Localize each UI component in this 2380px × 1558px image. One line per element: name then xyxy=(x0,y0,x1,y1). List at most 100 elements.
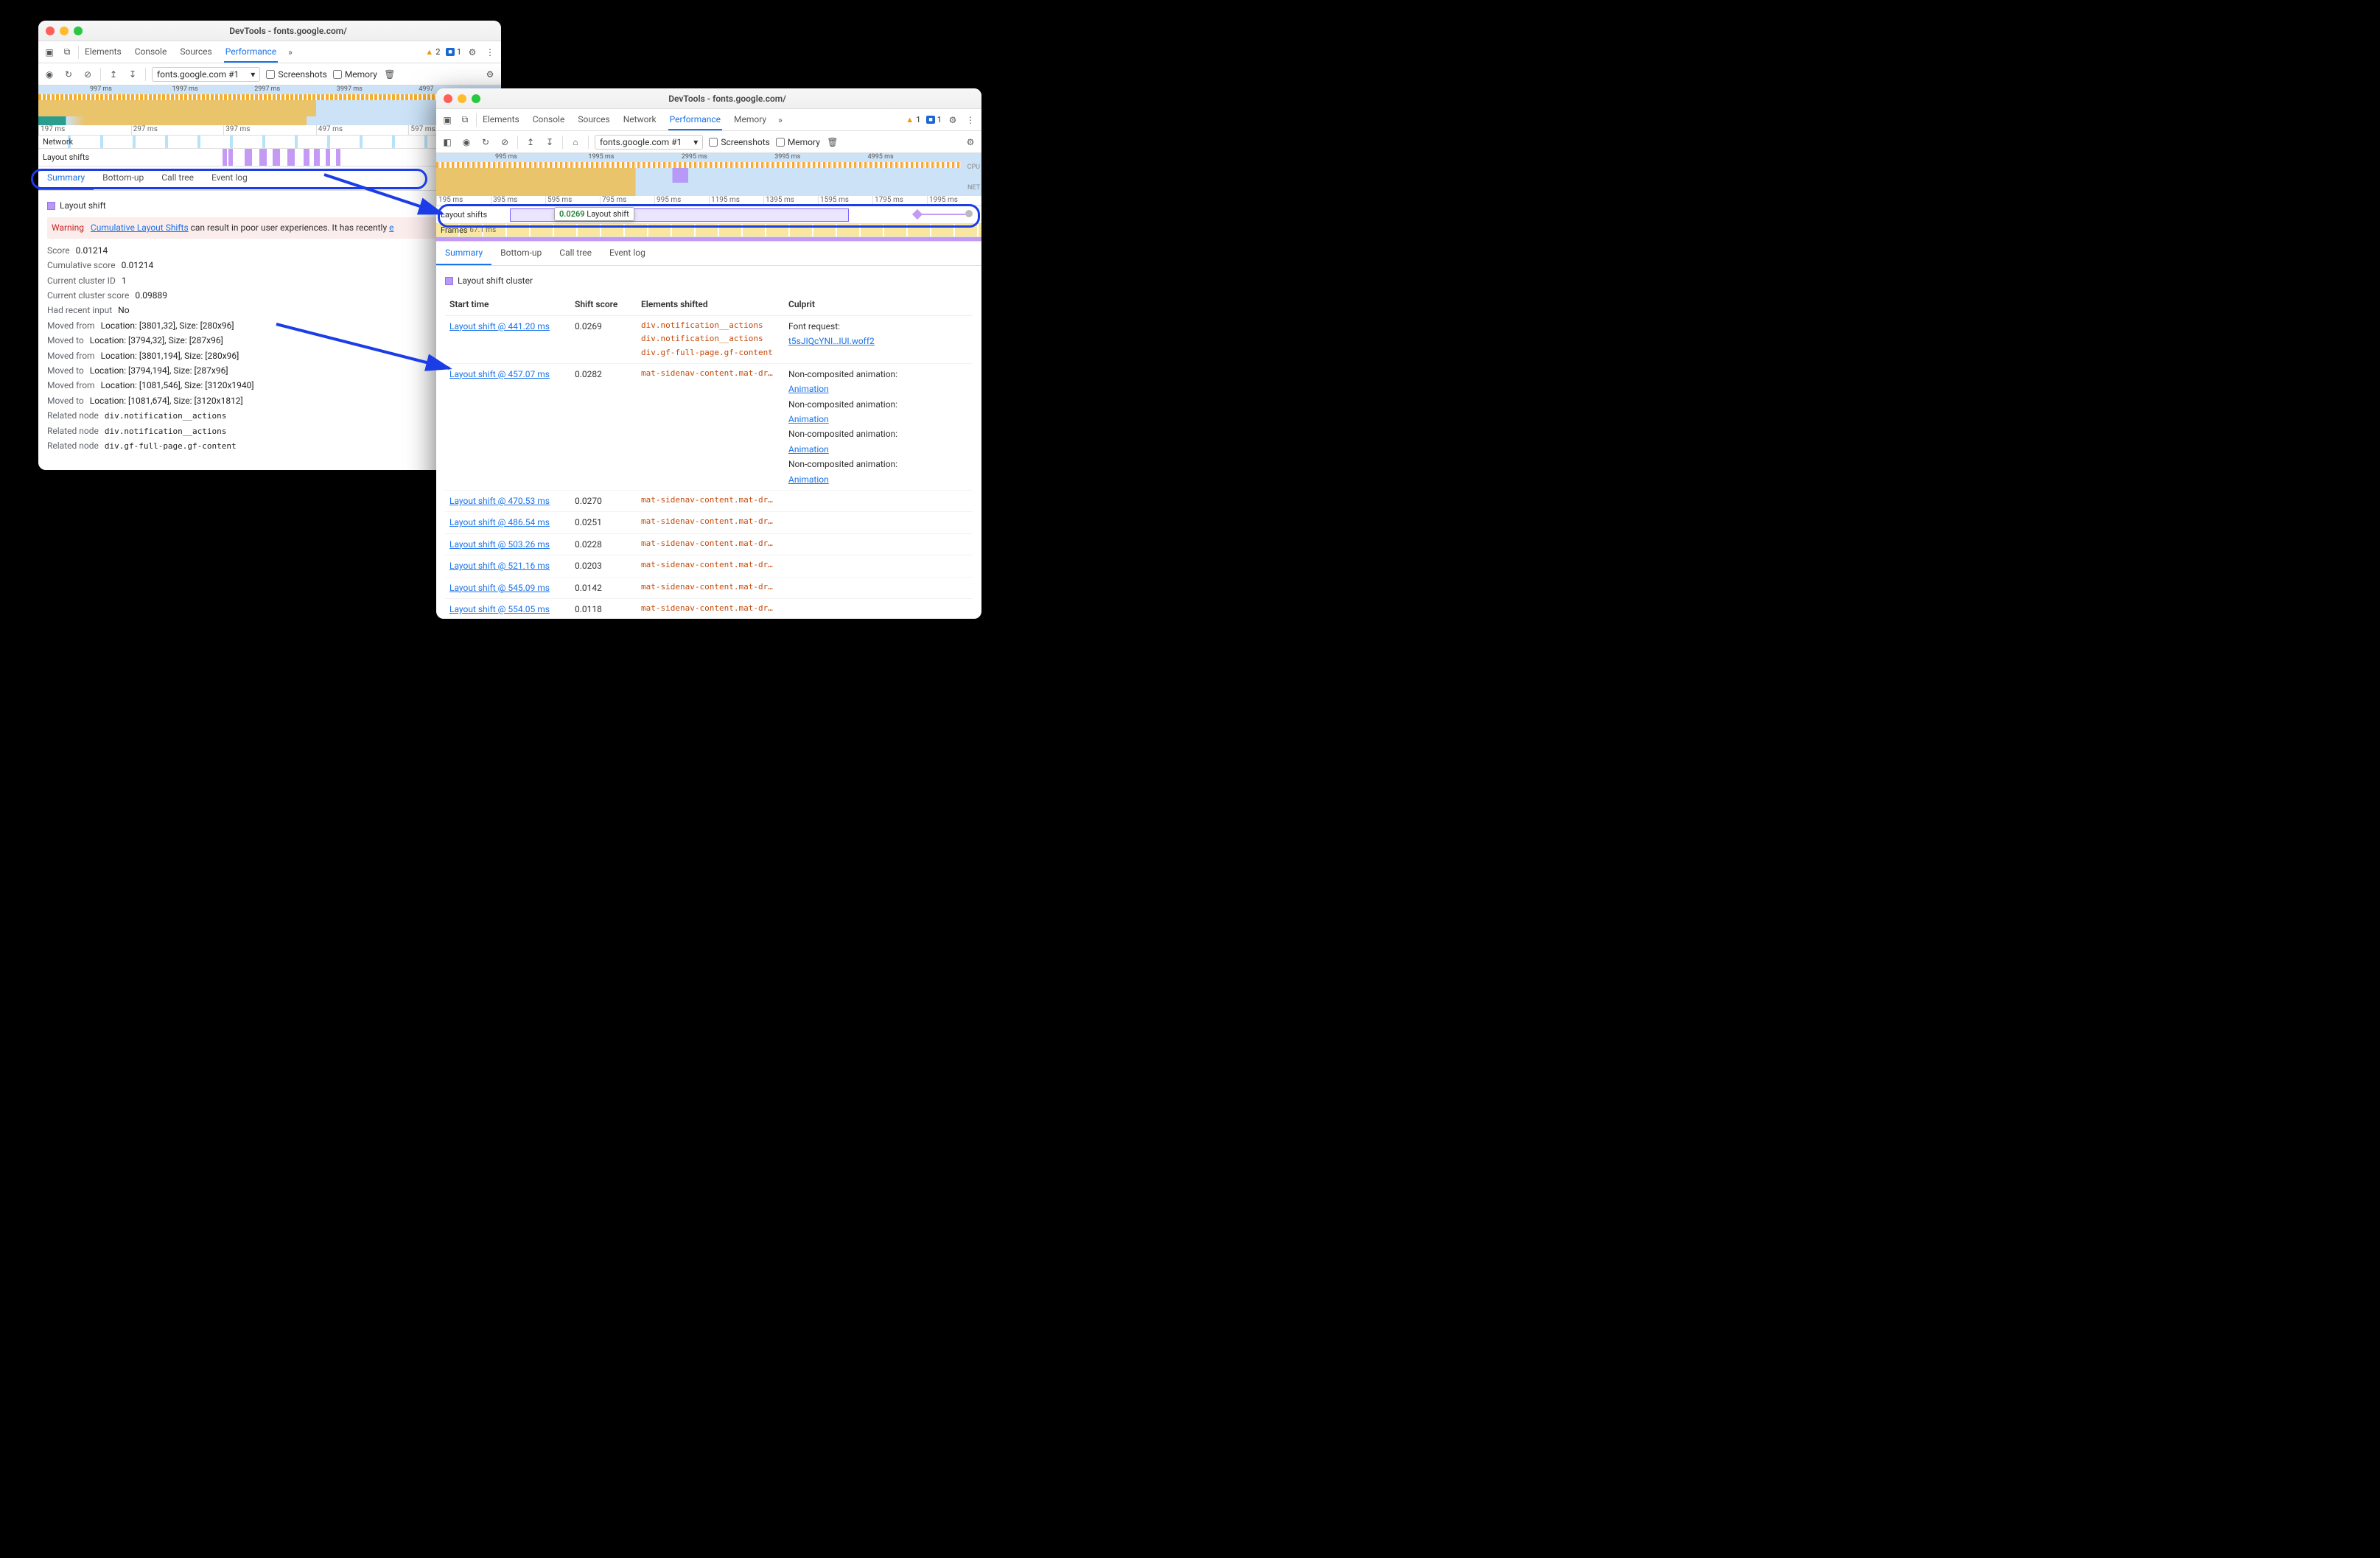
kv-mf1: Moved fromLocation: [3801,32], Size: [28… xyxy=(47,318,492,333)
zoom-icon[interactable] xyxy=(472,94,480,103)
gc-icon[interactable]: 🗑 xyxy=(383,68,396,81)
animation-link[interactable]: Animation xyxy=(788,382,968,396)
capture-settings-icon[interactable]: ⚙ xyxy=(964,136,977,149)
layout-shift-link[interactable]: Layout shift @ 486.54 ms xyxy=(449,517,550,527)
time-ruler[interactable]: 195 ms395 ms595 ms795 ms995 ms1195 ms139… xyxy=(436,196,981,206)
kv-rn1: Related nodediv.notification__actions xyxy=(47,408,492,424)
layout-shift-link[interactable]: Layout shift @ 503.26 ms xyxy=(449,539,550,550)
warnings-badge[interactable]: ▲2 xyxy=(425,47,440,57)
tab-bottom-up[interactable]: Bottom-up xyxy=(94,166,153,190)
evolved-link[interactable]: e xyxy=(389,222,393,233)
kebab-icon[interactable]: ⋮ xyxy=(483,46,497,59)
cpu-label: CPU xyxy=(967,164,980,171)
screenshots-checkbox[interactable]: Screenshots xyxy=(709,137,769,147)
reload-icon[interactable]: ↻ xyxy=(479,136,492,149)
tab-call-tree[interactable]: Call tree xyxy=(550,242,601,265)
layout-shift-link[interactable]: Layout shift @ 457.07 ms xyxy=(449,369,550,379)
memory-checkbox[interactable]: Memory xyxy=(333,69,377,80)
section-title: Layout shift cluster xyxy=(458,273,533,288)
device-icon[interactable]: ⧉ xyxy=(60,46,74,59)
layout-shift-link[interactable]: Layout shift @ 521.16 ms xyxy=(449,561,550,571)
tab-performance[interactable]: Performance xyxy=(224,42,278,63)
time-ruler[interactable]: 197 ms297 ms397 ms497 ms597 ms xyxy=(38,125,501,136)
tab-console[interactable]: Console xyxy=(133,42,169,63)
tab-elements[interactable]: Elements xyxy=(83,42,123,63)
more-tabs-icon[interactable]: » xyxy=(778,115,783,125)
clear-icon[interactable]: ⊘ xyxy=(498,136,511,149)
overview-chart[interactable]: 997 ms 1997 ms 2997 ms 3997 ms 4997 xyxy=(38,85,501,125)
toggle-sidebar-icon[interactable]: ◧ xyxy=(441,136,454,149)
layout-shift-link[interactable]: Layout shift @ 470.53 ms xyxy=(449,496,550,506)
layout-shift-link[interactable]: Layout shift @ 545.09 ms xyxy=(449,583,550,593)
settings-icon[interactable]: ⚙ xyxy=(946,113,959,127)
clear-icon[interactable]: ⊘ xyxy=(81,68,94,81)
download-icon[interactable]: ↧ xyxy=(126,68,139,81)
upload-icon[interactable]: ↥ xyxy=(524,136,537,149)
layout-shifts-track[interactable]: Layout shifts xyxy=(38,149,501,166)
cls-link[interactable]: Cumulative Layout Shifts xyxy=(91,222,189,233)
col-start-time: Start time xyxy=(445,292,570,315)
home-icon[interactable]: ⌂ xyxy=(569,136,582,149)
tab-summary[interactable]: Summary xyxy=(38,166,94,190)
tab-network[interactable]: Network xyxy=(622,110,658,130)
zoom-icon[interactable] xyxy=(74,27,83,35)
tab-event-log[interactable]: Event log xyxy=(601,242,654,265)
layout-shift-link[interactable]: Layout shift @ 554.05 ms xyxy=(449,604,550,614)
kv-mt2: Moved toLocation: [3794,194], Size: [287… xyxy=(47,363,492,378)
device-icon[interactable]: ⧉ xyxy=(458,113,472,127)
minimize-icon[interactable] xyxy=(60,27,69,35)
traffic-lights[interactable] xyxy=(444,94,480,103)
more-tabs-icon[interactable]: » xyxy=(288,47,293,57)
tab-bottom-up[interactable]: Bottom-up xyxy=(491,242,550,265)
close-icon[interactable] xyxy=(46,27,55,35)
tab-console[interactable]: Console xyxy=(531,110,567,130)
col-culprit: Culprit xyxy=(784,292,973,315)
overview-chart[interactable]: 995 ms 1995 ms 2995 ms 3995 ms 4995 ms C… xyxy=(436,153,981,196)
frames-track[interactable]: Frames 67.1 ms xyxy=(436,224,981,237)
profile-dropdown[interactable]: fonts.google.com #1▾ xyxy=(152,67,260,82)
gc-icon[interactable]: 🗑 xyxy=(826,136,839,149)
tab-performance[interactable]: Performance xyxy=(668,110,722,130)
download-icon[interactable]: ↧ xyxy=(543,136,556,149)
font-link[interactable]: t5sJIQcYNI…IUI.woff2 xyxy=(788,336,875,346)
culprit-cell xyxy=(784,555,973,577)
issues-badge[interactable]: ■1 xyxy=(446,47,461,57)
animation-link[interactable]: Animation xyxy=(788,442,968,457)
tab-summary[interactable]: Summary xyxy=(436,242,491,265)
elements-shifted: div.notification__actionsdiv.notificatio… xyxy=(637,316,784,364)
tab-memory[interactable]: Memory xyxy=(732,110,768,130)
upload-icon[interactable]: ↥ xyxy=(107,68,120,81)
warnings-badge[interactable]: ▲1 xyxy=(906,115,920,124)
tab-call-tree[interactable]: Call tree xyxy=(153,166,203,190)
close-icon[interactable] xyxy=(444,94,452,103)
summary-tabs: Summary Bottom-up Call tree Event log xyxy=(436,242,981,266)
profile-dropdown[interactable]: fonts.google.com #1▾ xyxy=(595,135,703,150)
issues-badge[interactable]: ■1 xyxy=(926,115,942,124)
memory-checkbox[interactable]: Memory xyxy=(776,137,820,147)
layout-shift-link[interactable]: Layout shift @ 441.20 ms xyxy=(449,321,550,331)
animation-link[interactable]: Animation xyxy=(788,472,968,487)
screenshots-checkbox[interactable]: Screenshots xyxy=(266,69,326,80)
tab-sources[interactable]: Sources xyxy=(576,110,611,130)
elements-shifted: mat-sidenav-content.mat-dr… xyxy=(637,578,784,599)
tab-sources[interactable]: Sources xyxy=(178,42,213,63)
reload-icon[interactable]: ↻ xyxy=(62,68,75,81)
network-track[interactable]: Network xyxy=(38,136,501,149)
settings-icon[interactable]: ⚙ xyxy=(466,46,479,59)
tab-event-log[interactable]: Event log xyxy=(203,166,256,190)
tab-elements[interactable]: Elements xyxy=(481,110,521,130)
record-icon[interactable]: ◉ xyxy=(43,68,56,81)
culprit-cell xyxy=(784,599,973,619)
inspect-icon[interactable]: ▣ xyxy=(441,113,454,127)
capture-settings-icon[interactable]: ⚙ xyxy=(483,68,497,81)
inspect-icon[interactable]: ▣ xyxy=(43,46,56,59)
minimize-icon[interactable] xyxy=(458,94,466,103)
record-icon[interactable]: ◉ xyxy=(460,136,473,149)
elements-shifted: mat-sidenav-content.mat-dr… xyxy=(637,364,784,491)
traffic-lights[interactable] xyxy=(46,27,83,35)
kv-cum: Cumulative score0.01214 xyxy=(47,258,492,273)
animation-link[interactable]: Animation xyxy=(788,412,968,427)
elements-shifted: mat-sidenav-content.mat-dr… xyxy=(637,534,784,555)
layout-shifts-track[interactable]: Layout shifts 0.0269 Layout shift xyxy=(436,206,981,224)
kebab-icon[interactable]: ⋮ xyxy=(964,113,977,127)
